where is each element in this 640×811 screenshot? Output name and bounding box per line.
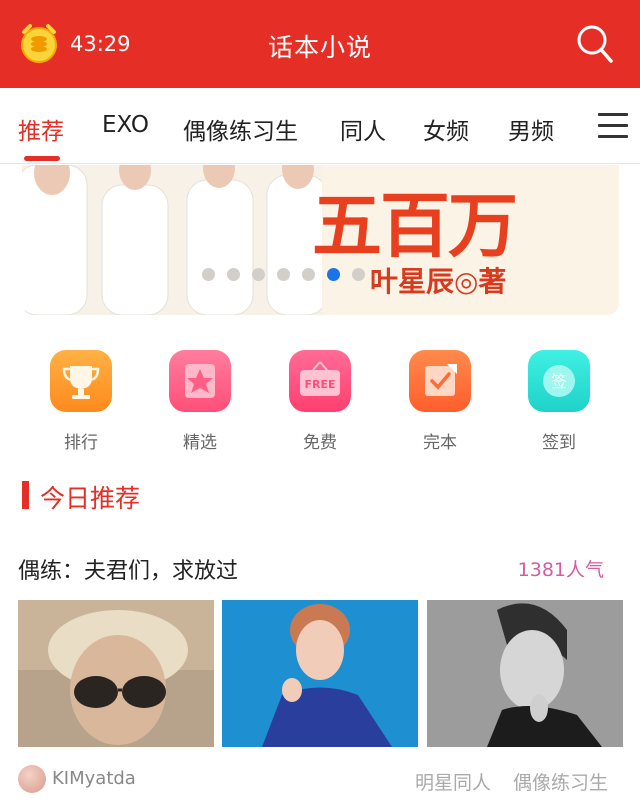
- free-badge: FREE: [304, 378, 335, 391]
- carousel-dot[interactable]: [302, 268, 315, 281]
- quick-label: 签到: [542, 433, 576, 453]
- tab-female-fiction[interactable]: 女频: [423, 112, 469, 146]
- book-tag[interactable]: 明星同人: [415, 768, 491, 795]
- book-title[interactable]: 偶练：夫君们，求放过: [18, 553, 238, 585]
- book-cover-image[interactable]: [18, 600, 214, 747]
- carousel-dot-active[interactable]: [327, 268, 340, 281]
- trophy-icon: [50, 350, 112, 412]
- quick-completed[interactable]: 完本: [408, 350, 472, 453]
- star-icon: [169, 350, 231, 412]
- section-marker: [22, 481, 29, 509]
- free-tag-icon: FREE: [289, 350, 351, 412]
- quick-label: 完本: [423, 433, 457, 453]
- quick-sign-in[interactable]: 签 签到: [527, 350, 591, 453]
- category-tabs: 推荐 EXO 偶像练习生 同人 女频 男频: [0, 88, 640, 164]
- carousel-dot[interactable]: [202, 268, 215, 281]
- tab-idol-trainee[interactable]: 偶像练习生: [183, 112, 298, 146]
- active-tab-indicator: [24, 156, 60, 161]
- checkbox-icon: [409, 350, 471, 412]
- carousel-dot[interactable]: [227, 268, 240, 281]
- quick-ranking[interactable]: 排行: [49, 350, 113, 453]
- quick-label: 免费: [303, 433, 337, 453]
- banner-carousel[interactable]: 五百万 叶星辰◎著: [22, 165, 619, 315]
- sign-badge: 签: [551, 372, 567, 391]
- sign-in-icon: 签: [528, 350, 590, 412]
- section-title: 今日推荐: [40, 484, 141, 513]
- carousel-dot[interactable]: [252, 268, 265, 281]
- book-cover-image[interactable]: [427, 600, 623, 747]
- search-icon[interactable]: [576, 24, 614, 64]
- banner-title: 五百万: [312, 184, 518, 267]
- banner-illustration: [22, 165, 322, 315]
- tab-recommend[interactable]: 推荐: [18, 112, 64, 146]
- quick-free[interactable]: FREE 免费: [288, 350, 352, 453]
- app-title: 话本小说: [267, 33, 372, 62]
- quick-label: 排行: [64, 433, 98, 453]
- book-cover-image[interactable]: [222, 600, 418, 747]
- tab-fan-fiction[interactable]: 同人: [340, 112, 386, 146]
- app-bar: 43:29 话本小说: [0, 0, 640, 88]
- quick-featured[interactable]: 精选: [168, 350, 232, 453]
- quick-label: 精选: [183, 433, 217, 453]
- tab-male-fiction[interactable]: 男频: [508, 112, 554, 146]
- banner-author: 叶星辰◎著: [370, 265, 507, 298]
- carousel-dot[interactable]: [352, 268, 365, 281]
- carousel-dot[interactable]: [277, 268, 290, 281]
- author-name[interactable]: KIMyatda: [52, 768, 136, 789]
- book-popularity: 1381人气: [517, 559, 604, 581]
- menu-icon[interactable]: [598, 111, 630, 141]
- avatar[interactable]: [18, 765, 46, 793]
- tab-exo[interactable]: EXO: [102, 112, 149, 138]
- book-tag[interactable]: 偶像练习生: [513, 768, 608, 795]
